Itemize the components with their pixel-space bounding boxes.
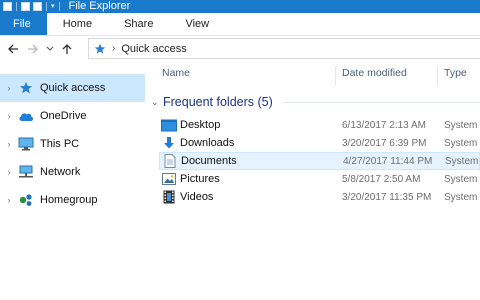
network-icon: [18, 164, 34, 180]
toolbar-divider: [46, 2, 47, 11]
nav-item-label: Quick access: [40, 82, 106, 94]
nav-item-onedrive[interactable]: › OneDrive: [0, 102, 145, 130]
nav-item-label: OneDrive: [40, 110, 87, 122]
item-type: System: [444, 191, 478, 203]
customize-toolbar-chevron-icon[interactable]: ▾: [51, 2, 55, 11]
monitor-icon: [18, 136, 34, 152]
back-button[interactable]: [3, 39, 23, 59]
expand-chevron-icon[interactable]: ›: [2, 139, 16, 149]
item-name: Pictures: [180, 173, 220, 185]
item-date-modified: 3/20/2017 6:39 PM: [342, 137, 427, 149]
tab-home[interactable]: Home: [47, 13, 108, 35]
desktop-folder-icon: [161, 117, 177, 133]
breadcrumb-quick-access[interactable]: Quick access: [121, 43, 186, 55]
list-item-videos[interactable]: Videos 3/20/2017 11:35 PM System: [159, 188, 480, 206]
homegroup-icon: [18, 192, 34, 208]
forward-arrow-icon: [28, 44, 38, 54]
column-divider[interactable]: [437, 67, 438, 85]
navigation-pane: › Quick access › OneDrive › This PC › Ne…: [0, 72, 145, 300]
downloads-folder-icon: [161, 135, 177, 151]
checkmark-icon[interactable]: [21, 2, 30, 11]
item-name: Desktop: [180, 119, 221, 131]
nav-item-this-pc[interactable]: › This PC: [0, 130, 145, 158]
videos-folder-icon: [161, 189, 177, 205]
group-header-frequent-folders[interactable]: ⌄ Frequent folders (5): [151, 94, 273, 110]
back-arrow-icon: [8, 44, 18, 54]
forward-button[interactable]: [23, 39, 43, 59]
breadcrumb-chevron-icon[interactable]: ›: [112, 43, 115, 54]
up-arrow-icon: [62, 44, 72, 54]
nav-item-label: This PC: [40, 138, 80, 150]
item-date-modified: 5/8/2017 2:50 AM: [342, 173, 421, 185]
chevron-down-icon: [46, 46, 54, 51]
pictures-folder-icon: [161, 171, 177, 187]
properties-icon[interactable]: [3, 2, 12, 11]
navigation-bar: › Quick access: [0, 36, 480, 62]
column-headers: Name Date modified Type: [145, 67, 480, 85]
item-date-modified: 3/20/2017 11:35 PM: [342, 191, 432, 203]
star-pin-icon: [94, 43, 106, 55]
column-header-name[interactable]: Name: [162, 67, 190, 79]
column-header-type[interactable]: Type: [444, 67, 467, 79]
new-folder-icon[interactable]: [33, 2, 42, 11]
recent-locations-button[interactable]: [43, 39, 57, 59]
column-header-date-modified[interactable]: Date modified: [342, 67, 407, 79]
nav-item-quick-access[interactable]: › Quick access: [0, 74, 145, 102]
collapse-chevron-icon[interactable]: ⌄: [151, 97, 163, 108]
ribbon-tabs: File Home Share View: [0, 13, 480, 36]
cloud-icon: [18, 108, 34, 124]
item-type: System: [445, 155, 479, 167]
list-item-pictures[interactable]: Pictures 5/8/2017 2:50 AM System: [159, 170, 480, 188]
nav-item-label: Homegroup: [40, 194, 98, 206]
expand-chevron-icon[interactable]: ›: [2, 195, 16, 205]
star-pin-icon: [18, 80, 34, 96]
nav-item-label: Network: [40, 166, 81, 178]
group-title: Frequent folders (5): [163, 95, 273, 109]
tab-share[interactable]: Share: [108, 13, 169, 35]
documents-folder-icon: [162, 153, 178, 169]
item-date-modified: 6/13/2017 2:13 AM: [342, 119, 426, 131]
tab-file[interactable]: File: [0, 13, 47, 35]
item-name: Documents: [181, 155, 237, 167]
list-item-desktop[interactable]: Desktop 6/13/2017 2:13 AM System: [159, 116, 480, 134]
item-type: System: [444, 137, 478, 149]
title-bar: ▾ File Explorer: [0, 0, 480, 13]
expand-chevron-icon[interactable]: ›: [2, 111, 16, 121]
content-pane: Name Date modified Type ⌄ Frequent folde…: [145, 62, 480, 300]
expand-chevron-icon[interactable]: ›: [2, 83, 16, 93]
up-button[interactable]: [57, 39, 77, 59]
quick-access-toolbar: ▾: [0, 0, 61, 13]
nav-item-network[interactable]: › Network: [0, 158, 145, 186]
item-date-modified: 4/27/2017 11:44 PM: [343, 155, 433, 167]
item-type: System: [444, 173, 478, 185]
address-bar[interactable]: › Quick access: [88, 38, 480, 59]
toolbar-divider: [58, 2, 60, 11]
item-name: Downloads: [180, 137, 235, 149]
expand-chevron-icon[interactable]: ›: [2, 167, 16, 177]
column-divider[interactable]: [335, 67, 336, 85]
toolbar-divider: [16, 2, 17, 11]
nav-item-homegroup[interactable]: › Homegroup: [0, 186, 145, 214]
list-item-documents[interactable]: Documents 4/27/2017 11:44 PM System: [159, 152, 480, 170]
window-title: File Explorer: [68, 0, 131, 12]
item-type: System: [444, 119, 478, 131]
item-name: Videos: [180, 191, 214, 203]
tab-view[interactable]: View: [169, 13, 225, 35]
group-divider: [283, 102, 480, 103]
list-item-downloads[interactable]: Downloads 3/20/2017 6:39 PM System: [159, 134, 480, 152]
